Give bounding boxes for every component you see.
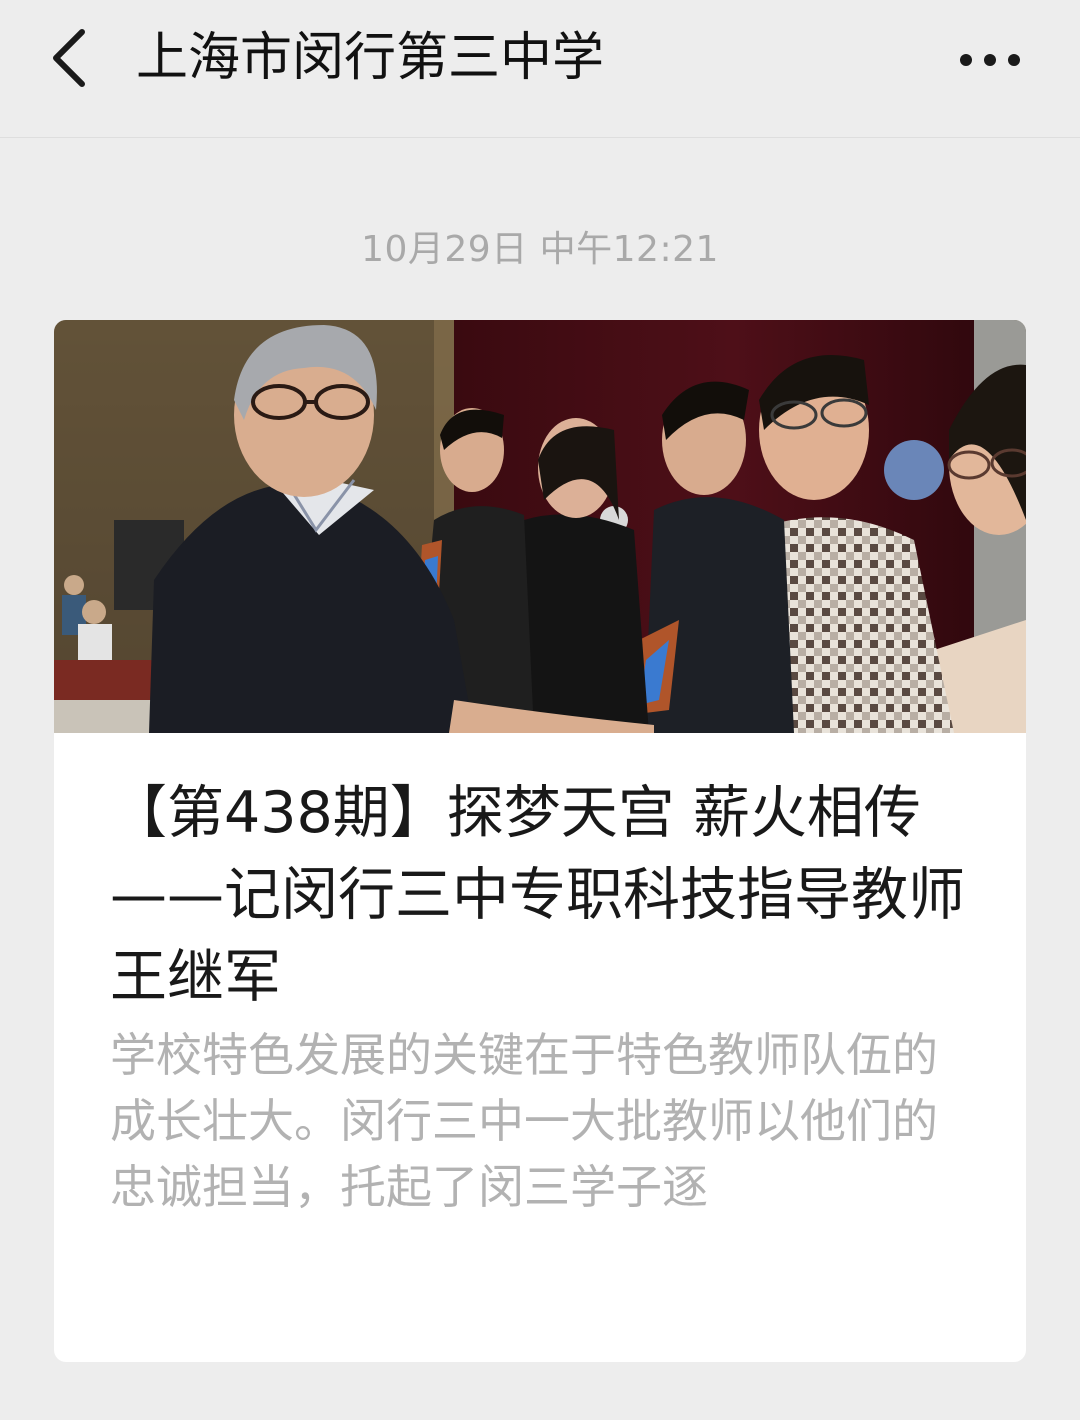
chevron-left-icon [53, 29, 85, 87]
article-card[interactable]: 【第438期】探梦天宫 薪火相传——记闵行三中专职科技指导教师王继军 学校特色发… [54, 320, 1026, 1362]
article-title[interactable]: 【第438期】探梦天宫 薪火相传——记闵行三中专职科技指导教师王继军 [110, 772, 980, 1018]
message-timestamp: 10月29日 中午12:21 [361, 229, 719, 270]
back-button[interactable] [30, 18, 110, 98]
top-nav-bar: 上海市闵行第三中学 [0, 0, 1080, 138]
page-title: 上海市闵行第三中学 [136, 28, 605, 88]
more-horizontal-icon [960, 54, 1020, 66]
more-button[interactable] [950, 30, 1030, 90]
article-cover-image[interactable] [54, 320, 1026, 733]
article-summary: 学校特色发展的关键在于特色教师队伍的成长壮大。闵行三中一大批教师以他们的忠诚担当… [110, 1028, 938, 1214]
